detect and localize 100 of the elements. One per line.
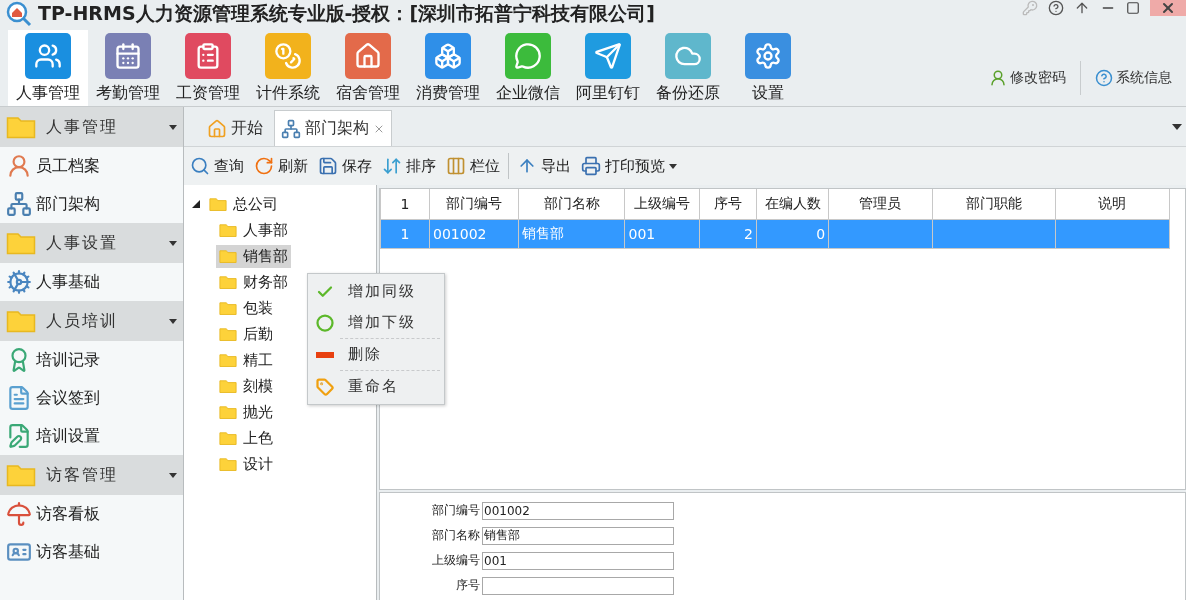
tree-item[interactable]: 上色 [216, 426, 276, 450]
person-icon [6, 153, 32, 179]
help-icon[interactable] [1048, 0, 1064, 16]
module-button[interactable]: 企业微信 [488, 30, 568, 106]
maximize-icon[interactable] [1126, 1, 1140, 15]
house-icon [207, 118, 227, 139]
toolbar-button[interactable]: 栏位 [442, 151, 504, 181]
coins-icon [274, 42, 302, 70]
field-label: 部门编号 [431, 502, 480, 519]
sidebar-section-header[interactable]: 访客管理 [0, 455, 183, 495]
module-button[interactable]: 消费管理 [408, 30, 488, 106]
help-icon [1095, 69, 1113, 87]
sidebar-item[interactable]: 访客基础 [0, 533, 183, 571]
sidebar-item[interactable]: 会议签到 [0, 379, 183, 417]
column-header[interactable]: 管理员 [828, 189, 933, 220]
people-icon [34, 42, 62, 70]
field-label: 上级编号 [431, 552, 480, 569]
module-button[interactable]: 考勤管理 [88, 30, 168, 106]
tree-item[interactable]: 精工 [216, 348, 276, 372]
folder-icon [219, 274, 237, 290]
sidebar-item[interactable]: 员工档案 [0, 147, 183, 185]
printer-icon [581, 156, 601, 176]
module-button[interactable]: 备份还原 [648, 30, 728, 106]
toolbar-button[interactable]: 查询 [186, 151, 248, 181]
toolbar-button[interactable]: 导出 [513, 151, 575, 181]
sidebar-item[interactable]: 人事基础 [0, 263, 183, 301]
table-cell: 销售部 [518, 219, 625, 249]
toolbar-button[interactable]: 打印预览 [577, 151, 681, 181]
document-edit-icon [6, 423, 32, 449]
caret-icon [169, 124, 177, 130]
folder-icon [209, 196, 227, 212]
sidebar-item[interactable]: 培训记录 [0, 341, 183, 379]
input-field[interactable] [482, 576, 674, 595]
chat-bubble-icon [514, 42, 542, 70]
caret-icon [169, 240, 177, 246]
caret-icon [169, 472, 177, 478]
column-header[interactable]: 说明 [1055, 189, 1170, 220]
close-icon [1160, 0, 1176, 16]
header-link[interactable]: 修改密码 [975, 69, 1080, 87]
folder-icon [219, 404, 237, 420]
module-button[interactable]: 宿舍管理 [328, 30, 408, 106]
menu-item[interactable]: 增加同级 [308, 276, 444, 307]
module-button[interactable]: 阿里钉钉 [568, 30, 648, 106]
settings-icon [754, 42, 782, 70]
column-header[interactable]: 上级编号 [625, 189, 700, 220]
tab[interactable]: 部门架构 [274, 110, 392, 146]
tree-item[interactable]: 总公司 [206, 192, 281, 216]
input-field[interactable]: 001 [482, 551, 674, 570]
field-label: 部门名称 [431, 527, 480, 544]
module-button[interactable]: 设置 [728, 30, 808, 106]
column-header[interactable]: 部门名称 [518, 189, 625, 220]
menu-item[interactable]: 删除 [308, 339, 444, 370]
circle-icon [316, 313, 334, 332]
calendar-icon [114, 42, 142, 70]
sidebar-item[interactable]: 培训设置 [0, 417, 183, 455]
header-link[interactable]: 系统信息 [1081, 69, 1186, 87]
menu-item[interactable]: 重命名 [308, 371, 444, 402]
org-chart-icon [6, 191, 32, 217]
document-icon [6, 385, 32, 411]
tree-item[interactable]: 财务部 [216, 270, 291, 294]
sidebar-section-header[interactable]: 人事管理 [0, 107, 183, 147]
toolbar-button[interactable]: 刷新 [250, 151, 312, 181]
input-field[interactable]: 001002 [482, 501, 674, 520]
tree-item[interactable]: 后勤 [216, 322, 276, 346]
column-header[interactable]: 部门职能 [932, 189, 1056, 220]
column-header[interactable]: 在编人数 [756, 189, 829, 220]
folder-icon [219, 326, 237, 342]
tabs-dropdown-icon[interactable] [1172, 123, 1182, 130]
tag-icon [316, 377, 334, 396]
boxes-icon [434, 42, 462, 70]
column-header[interactable]: 序号 [699, 189, 757, 220]
menu-item[interactable]: 增加下级 [308, 307, 444, 338]
tree-item[interactable]: 抛光 [216, 400, 276, 424]
sidebar-section-header[interactable]: 人员培训 [0, 301, 183, 341]
expand-triangle-icon[interactable] [192, 200, 200, 208]
tab[interactable]: 开始 [200, 110, 270, 146]
tree-item[interactable]: 销售部 [216, 244, 291, 268]
table-cell: 001002 [429, 219, 519, 249]
sidebar-item[interactable]: 访客看板 [0, 495, 183, 533]
module-button[interactable]: 计件系统 [248, 30, 328, 106]
toolbar-button[interactable]: 保存 [314, 151, 376, 181]
close-button[interactable] [1150, 0, 1186, 16]
column-header[interactable]: 部门编号 [429, 189, 519, 220]
tree-item[interactable]: 刻模 [216, 374, 276, 398]
module-button[interactable]: 人事管理 [8, 30, 88, 106]
module-button[interactable]: 工资管理 [168, 30, 248, 106]
toolbar-button[interactable]: 排序 [378, 151, 440, 181]
org-chart-icon [281, 118, 301, 139]
folder-icon [6, 463, 36, 487]
tree-item[interactable]: 包装 [216, 296, 276, 320]
tree-item[interactable]: 设计 [216, 452, 276, 476]
sidebar-section-header[interactable]: 人事设置 [0, 223, 183, 263]
app-logo-icon [6, 1, 32, 27]
sort-icon [382, 156, 402, 176]
folder-icon [219, 352, 237, 368]
input-field[interactable]: 销售部 [482, 526, 674, 545]
folder-icon [219, 378, 237, 394]
column-header[interactable]: 1 [380, 189, 430, 220]
sidebar-item[interactable]: 部门架构 [0, 185, 183, 223]
tree-item[interactable]: 人事部 [216, 218, 291, 242]
